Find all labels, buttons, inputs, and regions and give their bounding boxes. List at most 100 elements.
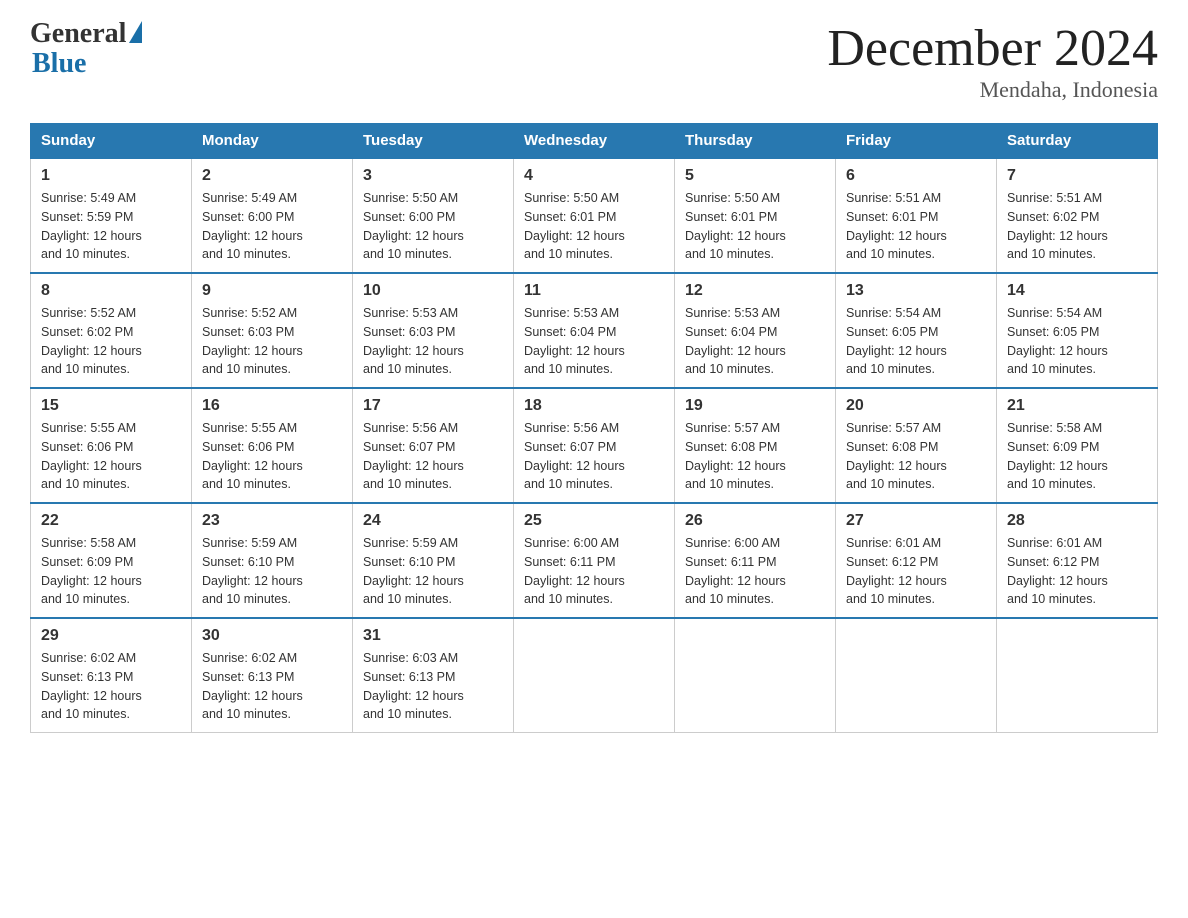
- day-number: 4: [524, 167, 664, 185]
- day-number: 5: [685, 167, 825, 185]
- day-number: 27: [846, 512, 986, 530]
- calendar-day-cell: 14 Sunrise: 5:54 AM Sunset: 6:05 PM Dayl…: [997, 273, 1158, 388]
- day-info: Sunrise: 5:49 AM Sunset: 6:00 PM Dayligh…: [202, 189, 342, 264]
- day-number: 19: [685, 397, 825, 415]
- day-info: Sunrise: 5:55 AM Sunset: 6:06 PM Dayligh…: [41, 419, 181, 494]
- calendar-day-cell: 3 Sunrise: 5:50 AM Sunset: 6:00 PM Dayli…: [353, 158, 514, 273]
- day-number: 26: [685, 512, 825, 530]
- day-number: 14: [1007, 282, 1147, 300]
- calendar-day-cell: 20 Sunrise: 5:57 AM Sunset: 6:08 PM Dayl…: [836, 388, 997, 503]
- calendar-day-cell: 15 Sunrise: 5:55 AM Sunset: 6:06 PM Dayl…: [31, 388, 192, 503]
- calendar-day-cell: 6 Sunrise: 5:51 AM Sunset: 6:01 PM Dayli…: [836, 158, 997, 273]
- day-info: Sunrise: 5:50 AM Sunset: 6:00 PM Dayligh…: [363, 189, 503, 264]
- day-info: Sunrise: 6:01 AM Sunset: 6:12 PM Dayligh…: [846, 534, 986, 609]
- calendar-day-cell: 13 Sunrise: 5:54 AM Sunset: 6:05 PM Dayl…: [836, 273, 997, 388]
- day-info: Sunrise: 6:00 AM Sunset: 6:11 PM Dayligh…: [685, 534, 825, 609]
- calendar-day-cell: [997, 618, 1158, 733]
- calendar-day-cell: 30 Sunrise: 6:02 AM Sunset: 6:13 PM Dayl…: [192, 618, 353, 733]
- day-number: 17: [363, 397, 503, 415]
- day-number: 13: [846, 282, 986, 300]
- calendar-day-cell: 1 Sunrise: 5:49 AM Sunset: 5:59 PM Dayli…: [31, 158, 192, 273]
- day-number: 28: [1007, 512, 1147, 530]
- day-info: Sunrise: 5:55 AM Sunset: 6:06 PM Dayligh…: [202, 419, 342, 494]
- calendar-day-cell: 21 Sunrise: 5:58 AM Sunset: 6:09 PM Dayl…: [997, 388, 1158, 503]
- day-info: Sunrise: 5:49 AM Sunset: 5:59 PM Dayligh…: [41, 189, 181, 264]
- day-info: Sunrise: 5:56 AM Sunset: 6:07 PM Dayligh…: [524, 419, 664, 494]
- day-info: Sunrise: 5:59 AM Sunset: 6:10 PM Dayligh…: [363, 534, 503, 609]
- day-info: Sunrise: 5:54 AM Sunset: 6:05 PM Dayligh…: [846, 304, 986, 379]
- calendar-week-row: 29 Sunrise: 6:02 AM Sunset: 6:13 PM Dayl…: [31, 618, 1158, 733]
- day-info: Sunrise: 5:51 AM Sunset: 6:02 PM Dayligh…: [1007, 189, 1147, 264]
- day-info: Sunrise: 5:58 AM Sunset: 6:09 PM Dayligh…: [1007, 419, 1147, 494]
- day-number: 21: [1007, 397, 1147, 415]
- day-number: 29: [41, 627, 181, 645]
- day-number: 20: [846, 397, 986, 415]
- day-info: Sunrise: 5:53 AM Sunset: 6:04 PM Dayligh…: [685, 304, 825, 379]
- day-info: Sunrise: 5:52 AM Sunset: 6:02 PM Dayligh…: [41, 304, 181, 379]
- day-number: 1: [41, 167, 181, 185]
- day-info: Sunrise: 5:52 AM Sunset: 6:03 PM Dayligh…: [202, 304, 342, 379]
- logo-blue-text: Blue: [32, 48, 199, 80]
- column-header-wednesday: Wednesday: [514, 124, 675, 159]
- day-number: 12: [685, 282, 825, 300]
- calendar-week-row: 1 Sunrise: 5:49 AM Sunset: 5:59 PM Dayli…: [31, 158, 1158, 273]
- calendar-day-cell: 28 Sunrise: 6:01 AM Sunset: 6:12 PM Dayl…: [997, 503, 1158, 618]
- day-info: Sunrise: 6:01 AM Sunset: 6:12 PM Dayligh…: [1007, 534, 1147, 609]
- day-info: Sunrise: 6:02 AM Sunset: 6:13 PM Dayligh…: [202, 649, 342, 724]
- logo-triangle-icon: [129, 21, 142, 43]
- title-section: December 2024 Mendaha, Indonesia: [827, 20, 1158, 103]
- month-year-title: December 2024: [827, 20, 1158, 77]
- calendar-day-cell: 8 Sunrise: 5:52 AM Sunset: 6:02 PM Dayli…: [31, 273, 192, 388]
- calendar-day-cell: [836, 618, 997, 733]
- day-info: Sunrise: 5:58 AM Sunset: 6:09 PM Dayligh…: [41, 534, 181, 609]
- calendar-day-cell: 29 Sunrise: 6:02 AM Sunset: 6:13 PM Dayl…: [31, 618, 192, 733]
- calendar-day-cell: 2 Sunrise: 5:49 AM Sunset: 6:00 PM Dayli…: [192, 158, 353, 273]
- calendar-day-cell: [514, 618, 675, 733]
- calendar-day-cell: 5 Sunrise: 5:50 AM Sunset: 6:01 PM Dayli…: [675, 158, 836, 273]
- day-info: Sunrise: 6:03 AM Sunset: 6:13 PM Dayligh…: [363, 649, 503, 724]
- day-number: 30: [202, 627, 342, 645]
- calendar-day-cell: 31 Sunrise: 6:03 AM Sunset: 6:13 PM Dayl…: [353, 618, 514, 733]
- calendar-day-cell: 7 Sunrise: 5:51 AM Sunset: 6:02 PM Dayli…: [997, 158, 1158, 273]
- day-info: Sunrise: 5:56 AM Sunset: 6:07 PM Dayligh…: [363, 419, 503, 494]
- day-number: 11: [524, 282, 664, 300]
- day-info: Sunrise: 5:54 AM Sunset: 6:05 PM Dayligh…: [1007, 304, 1147, 379]
- calendar-day-cell: 16 Sunrise: 5:55 AM Sunset: 6:06 PM Dayl…: [192, 388, 353, 503]
- day-number: 22: [41, 512, 181, 530]
- column-header-saturday: Saturday: [997, 124, 1158, 159]
- day-number: 23: [202, 512, 342, 530]
- day-info: Sunrise: 6:00 AM Sunset: 6:11 PM Dayligh…: [524, 534, 664, 609]
- day-info: Sunrise: 5:57 AM Sunset: 6:08 PM Dayligh…: [846, 419, 986, 494]
- calendar-day-cell: 24 Sunrise: 5:59 AM Sunset: 6:10 PM Dayl…: [353, 503, 514, 618]
- logo-general-text: General: [30, 20, 126, 48]
- day-number: 6: [846, 167, 986, 185]
- day-number: 3: [363, 167, 503, 185]
- day-number: 31: [363, 627, 503, 645]
- day-info: Sunrise: 5:57 AM Sunset: 6:08 PM Dayligh…: [685, 419, 825, 494]
- day-number: 10: [363, 282, 503, 300]
- day-info: Sunrise: 5:50 AM Sunset: 6:01 PM Dayligh…: [524, 189, 664, 264]
- calendar-day-cell: 12 Sunrise: 5:53 AM Sunset: 6:04 PM Dayl…: [675, 273, 836, 388]
- calendar-day-cell: 10 Sunrise: 5:53 AM Sunset: 6:03 PM Dayl…: [353, 273, 514, 388]
- calendar-week-row: 15 Sunrise: 5:55 AM Sunset: 6:06 PM Dayl…: [31, 388, 1158, 503]
- calendar-day-cell: 11 Sunrise: 5:53 AM Sunset: 6:04 PM Dayl…: [514, 273, 675, 388]
- calendar-day-cell: 27 Sunrise: 6:01 AM Sunset: 6:12 PM Dayl…: [836, 503, 997, 618]
- day-number: 15: [41, 397, 181, 415]
- calendar-day-cell: 18 Sunrise: 5:56 AM Sunset: 6:07 PM Dayl…: [514, 388, 675, 503]
- day-number: 9: [202, 282, 342, 300]
- calendar-day-cell: 4 Sunrise: 5:50 AM Sunset: 6:01 PM Dayli…: [514, 158, 675, 273]
- calendar-day-cell: 23 Sunrise: 5:59 AM Sunset: 6:10 PM Dayl…: [192, 503, 353, 618]
- day-number: 2: [202, 167, 342, 185]
- calendar-day-cell: 26 Sunrise: 6:00 AM Sunset: 6:11 PM Dayl…: [675, 503, 836, 618]
- day-info: Sunrise: 6:02 AM Sunset: 6:13 PM Dayligh…: [41, 649, 181, 724]
- calendar-day-cell: [675, 618, 836, 733]
- calendar-day-cell: 9 Sunrise: 5:52 AM Sunset: 6:03 PM Dayli…: [192, 273, 353, 388]
- calendar-header-row: SundayMondayTuesdayWednesdayThursdayFrid…: [31, 124, 1158, 159]
- calendar-day-cell: 19 Sunrise: 5:57 AM Sunset: 6:08 PM Dayl…: [675, 388, 836, 503]
- day-info: Sunrise: 5:53 AM Sunset: 6:03 PM Dayligh…: [363, 304, 503, 379]
- day-number: 24: [363, 512, 503, 530]
- day-number: 25: [524, 512, 664, 530]
- column-header-tuesday: Tuesday: [353, 124, 514, 159]
- column-header-thursday: Thursday: [675, 124, 836, 159]
- logo: General Blue: [30, 20, 199, 80]
